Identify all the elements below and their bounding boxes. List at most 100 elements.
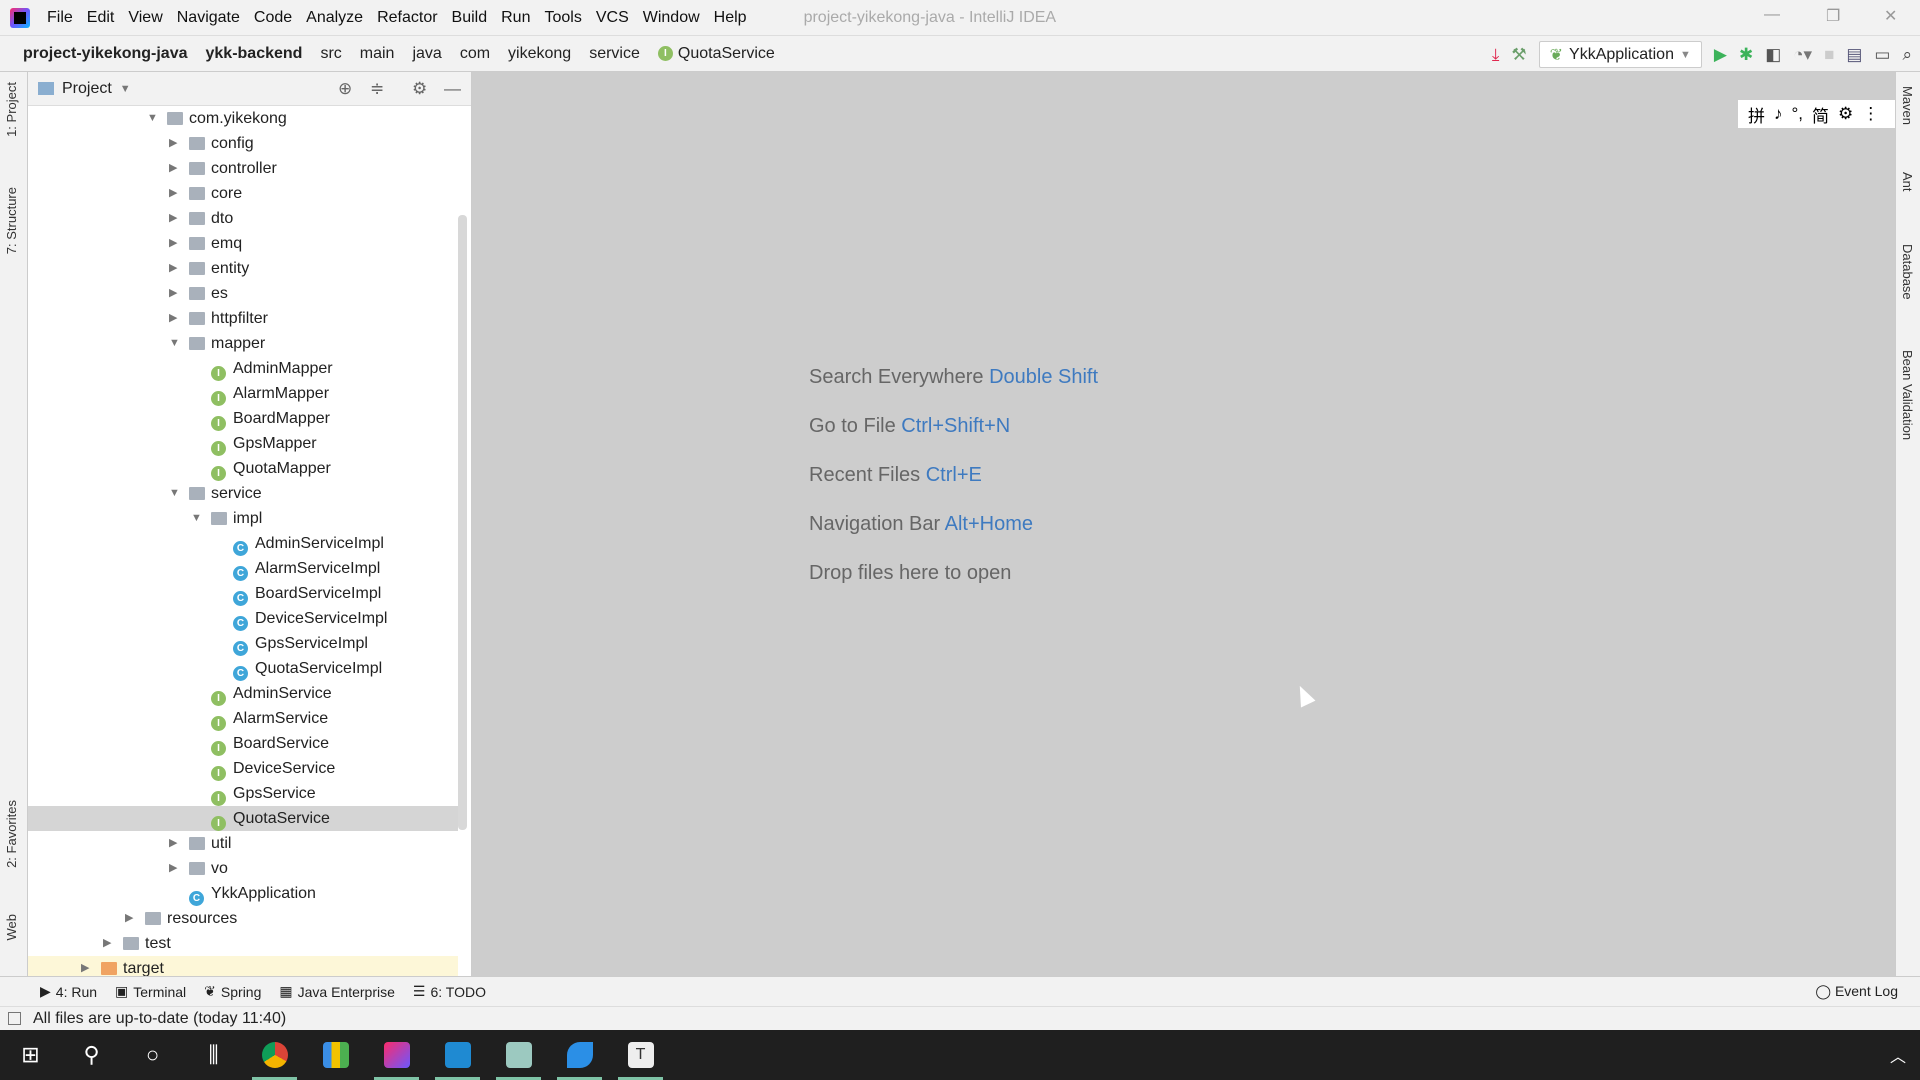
collapsed-arrow-icon[interactable]: ▶ bbox=[103, 931, 111, 956]
tree-item[interactable]: I BoardService bbox=[28, 731, 458, 757]
bottom-tab-spring[interactable]: ❦ Spring bbox=[204, 983, 261, 1000]
collapsed-arrow-icon[interactable]: ▶ bbox=[169, 856, 177, 881]
tree-item[interactable]: C QuotaServiceImpl bbox=[28, 656, 458, 682]
tree-item[interactable]: ▶ core bbox=[28, 181, 458, 206]
bottom-tab-run[interactable]: ▶ 4: Run bbox=[40, 983, 97, 1000]
tree-item[interactable]: ▶ test bbox=[28, 931, 458, 956]
build-hammer-icon[interactable]: ⚒ bbox=[1511, 45, 1526, 65]
tree-item[interactable]: ▶ httpfilter bbox=[28, 306, 458, 331]
breadcrumb-item[interactable]: com bbox=[451, 45, 499, 63]
status-toggle-icon[interactable] bbox=[8, 1012, 21, 1025]
maximize-button[interactable]: ❐ bbox=[1826, 6, 1840, 26]
tab-web[interactable]: Web bbox=[4, 914, 19, 941]
menu-refactor[interactable]: Refactor bbox=[370, 9, 444, 27]
tree-item[interactable]: ▶ resources bbox=[28, 906, 458, 931]
coverage-icon[interactable]: ◧ bbox=[1765, 45, 1781, 65]
taskbar-vscode[interactable] bbox=[427, 1030, 488, 1080]
gear-icon[interactable]: ⚙ bbox=[412, 79, 427, 99]
tab-favorites[interactable]: 2: Favorites bbox=[4, 800, 19, 868]
collapsed-arrow-icon[interactable]: ▶ bbox=[169, 131, 177, 156]
taskbar-chrome[interactable] bbox=[244, 1030, 305, 1080]
tree-item[interactable]: ▶ target bbox=[28, 956, 458, 976]
tree-item[interactable]: ▶ controller bbox=[28, 156, 458, 181]
ime-button[interactable]: ⋮ bbox=[1862, 104, 1879, 124]
breadcrumb-item[interactable]: service bbox=[580, 45, 649, 63]
project-panel-title[interactable]: Project bbox=[62, 80, 112, 98]
menu-file[interactable]: File bbox=[40, 9, 80, 27]
taskbar-intellij[interactable] bbox=[366, 1030, 427, 1080]
collapsed-arrow-icon[interactable]: ▶ bbox=[81, 956, 89, 976]
chevron-down-icon[interactable]: ▼ bbox=[120, 83, 131, 95]
tree-item[interactable]: ▶ dto bbox=[28, 206, 458, 231]
ime-button[interactable]: ♪ bbox=[1774, 104, 1783, 124]
tree-item[interactable]: I AlarmService bbox=[28, 706, 458, 732]
tree-scrollbar[interactable] bbox=[458, 215, 467, 830]
project-structure-icon[interactable]: ▤ bbox=[1846, 45, 1862, 65]
event-log-button[interactable]: ◯ Event Log bbox=[1815, 983, 1898, 1000]
ime-button[interactable]: 拼 bbox=[1748, 102, 1765, 127]
tab-structure[interactable]: 7: Structure bbox=[4, 187, 19, 254]
bottom-tab-todo[interactable]: ☰ 6: TODO bbox=[413, 983, 486, 1000]
tab-ant[interactable]: Ant bbox=[1900, 172, 1915, 192]
tree-item[interactable]: ▶ emq bbox=[28, 231, 458, 256]
hide-icon[interactable]: — bbox=[444, 79, 461, 99]
breadcrumb-item[interactable]: src bbox=[311, 45, 350, 63]
tree-item[interactable]: I AlarmMapper bbox=[28, 381, 458, 407]
tab-maven[interactable]: Maven bbox=[1900, 86, 1915, 125]
tree-item[interactable]: ▶ config bbox=[28, 131, 458, 156]
tree-item[interactable]: C DeviceServiceImpl bbox=[28, 606, 458, 632]
breadcrumb-item[interactable]: yikekong bbox=[499, 45, 580, 63]
tree-item[interactable]: I QuotaMapper bbox=[28, 456, 458, 482]
ime-button[interactable]: 简 bbox=[1812, 102, 1829, 127]
breadcrumb-current-file[interactable]: I QuotaService bbox=[649, 45, 784, 63]
tree-item[interactable]: ▶ vo bbox=[28, 856, 458, 881]
menu-navigate[interactable]: Navigate bbox=[170, 9, 247, 27]
debug-icon[interactable]: ✱ bbox=[1739, 45, 1753, 65]
locate-icon[interactable]: ⊕ bbox=[338, 79, 352, 99]
taskbar-typora[interactable]: T bbox=[610, 1030, 671, 1080]
search-button[interactable]: ⚲ bbox=[61, 1030, 122, 1080]
taskbar-dolphin[interactable] bbox=[549, 1030, 610, 1080]
tree-item[interactable]: ▶ util bbox=[28, 831, 458, 856]
cortana-button[interactable]: ○ bbox=[122, 1030, 183, 1080]
expanded-arrow-icon[interactable]: ▼ bbox=[147, 106, 158, 131]
collapsed-arrow-icon[interactable]: ▶ bbox=[125, 906, 133, 931]
tree-item[interactable]: I AdminService bbox=[28, 681, 458, 707]
collapse-all-icon[interactable]: ≑ bbox=[370, 79, 384, 99]
terminal-window-icon[interactable]: ▭ bbox=[1874, 45, 1890, 65]
tree-item[interactable]: C GpsServiceImpl bbox=[28, 631, 458, 657]
run-configuration-dropdown[interactable]: ❦ YkkApplication ▼ bbox=[1538, 41, 1702, 68]
tree-item[interactable]: C AlarmServiceImpl bbox=[28, 556, 458, 582]
task-view-button[interactable]: ⫼ bbox=[183, 1030, 244, 1080]
expanded-arrow-icon[interactable]: ▼ bbox=[191, 506, 202, 531]
tree-item[interactable]: C BoardServiceImpl bbox=[28, 581, 458, 607]
tree-item[interactable]: C AdminServiceImpl bbox=[28, 531, 458, 557]
tree-item[interactable]: ▼ impl bbox=[28, 506, 458, 531]
collapsed-arrow-icon[interactable]: ▶ bbox=[169, 231, 177, 256]
breadcrumb-item[interactable]: main bbox=[351, 45, 404, 63]
collapsed-arrow-icon[interactable]: ▶ bbox=[169, 831, 177, 856]
breadcrumb-item[interactable]: java bbox=[403, 45, 450, 63]
start-button[interactable]: ⊞ bbox=[0, 1030, 61, 1080]
collapsed-arrow-icon[interactable]: ▶ bbox=[169, 156, 177, 181]
tree-item[interactable]: I QuotaService bbox=[28, 806, 458, 832]
profile-icon[interactable]: ◔▾ bbox=[1793, 45, 1812, 65]
expanded-arrow-icon[interactable]: ▼ bbox=[169, 331, 180, 356]
menu-edit[interactable]: Edit bbox=[80, 9, 122, 27]
menu-analyze[interactable]: Analyze bbox=[299, 9, 370, 27]
breadcrumb-item[interactable]: project-yikekong-java bbox=[14, 45, 197, 63]
collapsed-arrow-icon[interactable]: ▶ bbox=[169, 256, 177, 281]
tree-item[interactable]: ▼ mapper bbox=[28, 331, 458, 356]
search-icon[interactable]: ⌕ bbox=[1902, 45, 1912, 65]
bottom-tab-terminal[interactable]: ▣ Terminal bbox=[115, 983, 186, 1000]
stop-icon[interactable]: ■ bbox=[1824, 45, 1834, 65]
tree-item[interactable]: ▼ com.yikekong bbox=[28, 106, 458, 131]
bottom-tab-javaenterprise[interactable]: ▦ Java Enterprise bbox=[279, 983, 395, 1000]
tree-item[interactable]: I BoardMapper bbox=[28, 406, 458, 432]
menu-tools[interactable]: Tools bbox=[537, 9, 588, 27]
taskbar-notepad[interactable] bbox=[488, 1030, 549, 1080]
ime-button[interactable]: °, bbox=[1792, 104, 1804, 124]
tab-database[interactable]: Database bbox=[1900, 244, 1915, 300]
menu-code[interactable]: Code bbox=[247, 9, 299, 27]
tree-item[interactable]: ▶ entity bbox=[28, 256, 458, 281]
